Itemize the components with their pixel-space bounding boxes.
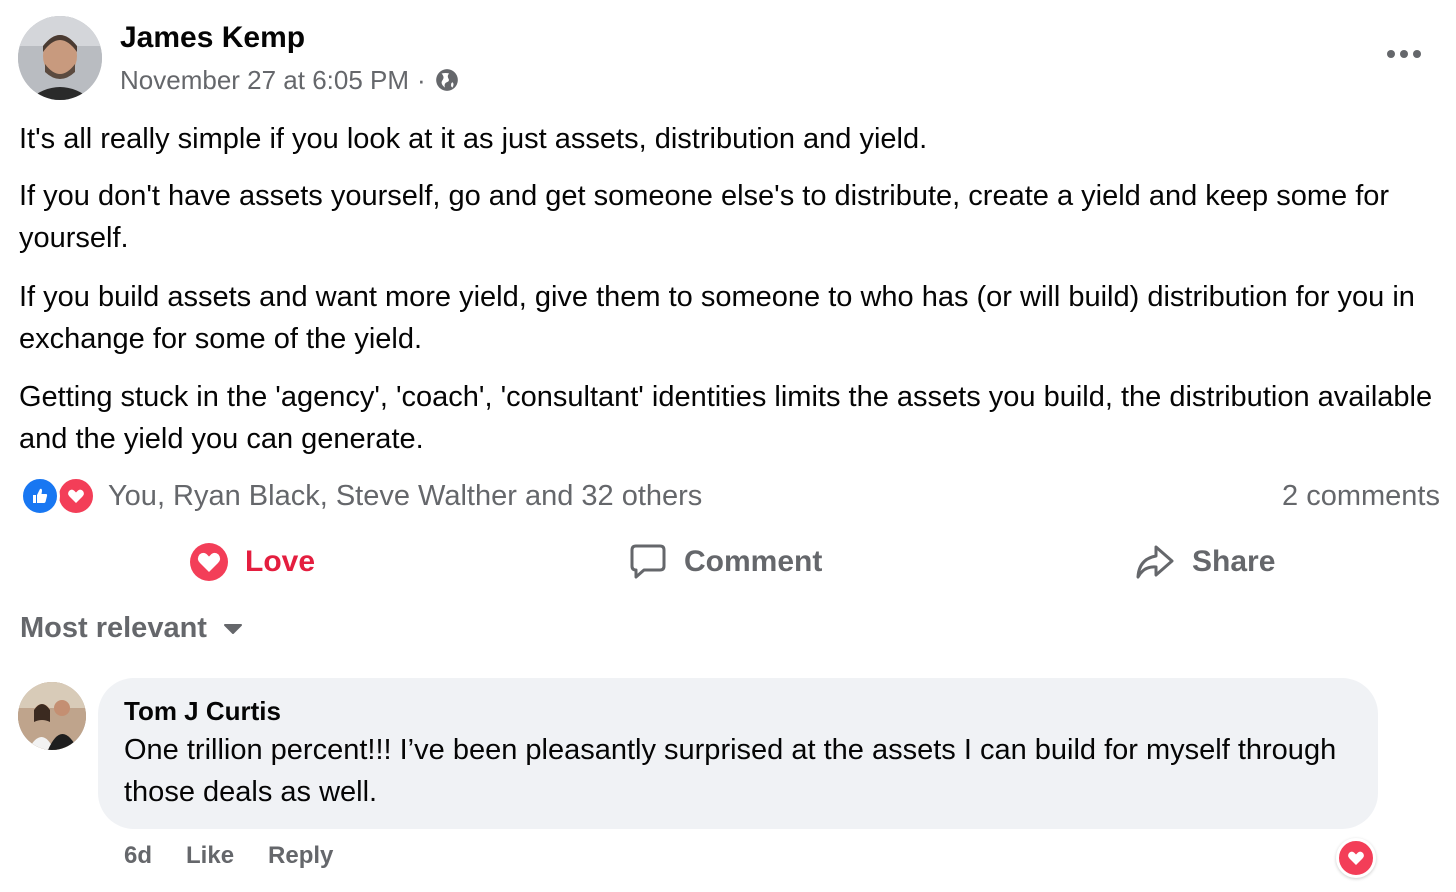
reactions-summary-text[interactable]: You, Ryan Black, Steve Walther and 32 ot…: [108, 480, 702, 513]
post-meta: November 27 at 6:05 PM ·: [120, 62, 460, 98]
comment-button[interactable]: Comment: [628, 536, 822, 588]
more-horizontal-icon: [1387, 50, 1421, 58]
comments-count[interactable]: 2 comments: [1282, 474, 1440, 518]
comment-button-label: Comment: [684, 545, 823, 578]
love-icon: [56, 476, 96, 516]
love-icon[interactable]: [1336, 838, 1376, 878]
comment-icon: [628, 542, 668, 582]
post-timestamp[interactable]: November 27 at 6:05 PM: [120, 62, 409, 98]
love-button-label: Love: [245, 545, 316, 578]
commenter-avatar[interactable]: [18, 682, 86, 750]
post-paragraph: If you build assets and want more yield,…: [19, 281, 1415, 355]
globe-icon: [434, 67, 460, 93]
post-paragraph: If you don't have assets yourself, go an…: [19, 180, 1390, 254]
author-name[interactable]: James Kemp: [120, 19, 305, 57]
commenter-name[interactable]: Tom J Curtis: [124, 694, 1352, 728]
comment-actions: 6d Like Reply: [124, 842, 367, 870]
comment-reply-button[interactable]: Reply: [268, 842, 333, 870]
comment-bubble: Tom J Curtis One trillion percent!!! I’v…: [98, 678, 1378, 829]
more-options-button[interactable]: [1380, 38, 1428, 70]
like-icon: [20, 476, 60, 516]
caret-down-icon: [223, 623, 242, 634]
post-paragraph: Getting stuck in the 'agency', 'coach', …: [19, 381, 1433, 455]
love-button[interactable]: Love: [189, 536, 315, 588]
comment-text: One trillion percent!!! I’ve been pleasa…: [124, 734, 1337, 808]
comment-sort-dropdown[interactable]: Most relevant: [20, 612, 243, 645]
love-icon: [189, 542, 229, 582]
comment-like-button[interactable]: Like: [186, 842, 234, 870]
reactions-summary-row[interactable]: You, Ryan Black, Steve Walther and 32 ot…: [20, 474, 702, 518]
meta-separator: ·: [417, 65, 426, 95]
post-paragraph: It's all really simple if you look at it…: [19, 123, 928, 155]
share-icon: [1134, 542, 1176, 582]
author-avatar[interactable]: [18, 16, 102, 100]
share-button[interactable]: Share: [1134, 536, 1275, 588]
sort-label: Most relevant: [20, 612, 207, 644]
share-button-label: Share: [1192, 545, 1276, 578]
comment-time[interactable]: 6d: [124, 842, 152, 870]
